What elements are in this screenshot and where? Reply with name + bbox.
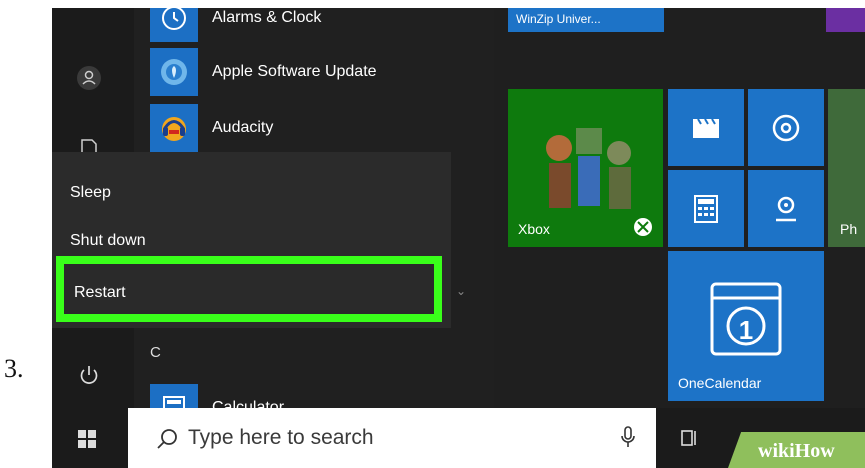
watermark-text: wikiHow [758, 440, 835, 462]
microphone-icon[interactable] [620, 426, 636, 448]
apple-update-icon [150, 48, 198, 96]
taskbar: Type here to search wikiHow [52, 408, 865, 468]
sleep-option[interactable]: Sleep [70, 184, 111, 202]
app-item-audacity[interactable]: Audacity [150, 104, 273, 152]
start-menu: Alarms & Clock Apple Software Update Aud… [52, 8, 865, 468]
tile-label: OneCalendar [678, 375, 762, 391]
app-item-alarms[interactable]: Alarms & Clock [150, 8, 321, 42]
chevron-down-icon[interactable]: ⌄ [456, 284, 466, 298]
xbox-logo-icon [634, 218, 652, 236]
audacity-icon [150, 104, 198, 152]
power-icon[interactable] [74, 360, 104, 390]
search-placeholder: Type here to search [188, 426, 374, 449]
map-pin-icon [776, 196, 796, 221]
photos-tile[interactable]: Ph [828, 89, 865, 247]
maps-tile[interactable] [748, 170, 824, 247]
shut-down-option[interactable]: Shut down [70, 232, 146, 250]
restart-option[interactable]: Restart [74, 284, 126, 302]
user-avatar-icon[interactable] [74, 63, 104, 93]
app-label: Alarms & Clock [212, 9, 322, 26]
search-icon [157, 429, 177, 449]
winzip-tile[interactable]: WinZip Univer... [508, 8, 664, 32]
xbox-avatars-icon [545, 128, 631, 209]
calculator-icon [694, 194, 718, 223]
app-label: Audacity [212, 119, 274, 136]
app-item-apple-update[interactable]: Apple Software Update [150, 48, 377, 96]
section-letter: C [150, 344, 161, 361]
step-number: 3. [4, 354, 24, 383]
movies-tile[interactable] [668, 89, 744, 166]
clock-icon [150, 8, 198, 42]
restart-option-highlight[interactable]: Restart [56, 256, 442, 322]
tile-label: Xbox [518, 221, 550, 237]
tile-grid: WinZip Univer... Xbox Ph 1 OneCalendar [508, 8, 865, 408]
app-label: Apple Software Update [212, 63, 377, 80]
music-disc-icon [772, 114, 800, 141]
onecalendar-tile[interactable]: 1 OneCalendar [668, 251, 824, 401]
clapperboard-icon [693, 117, 719, 138]
tile-label: WinZip Univer... [516, 12, 601, 26]
calendar-date: 1 [738, 315, 754, 345]
purple-tile[interactable] [826, 8, 865, 32]
taskbar-search-box[interactable]: Type here to search [128, 408, 656, 468]
calculator-tile[interactable] [668, 170, 744, 247]
tile-label: Ph [840, 221, 858, 237]
xbox-tile[interactable]: Xbox [508, 89, 663, 247]
groove-tile[interactable] [748, 89, 824, 166]
task-view-icon[interactable] [680, 428, 700, 453]
windows-start-icon[interactable] [78, 430, 96, 453]
